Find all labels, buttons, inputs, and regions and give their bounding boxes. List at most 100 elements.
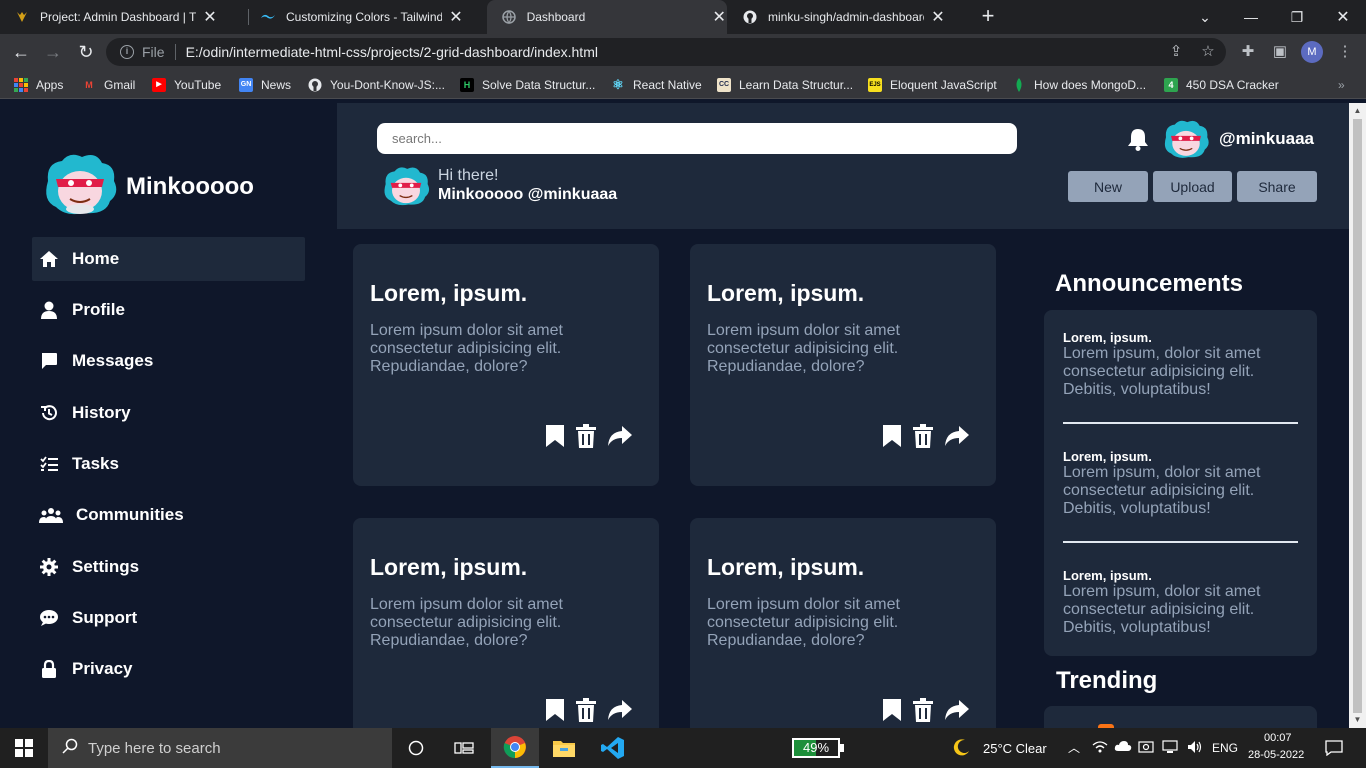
share-arrow-icon[interactable]: [607, 699, 633, 721]
bookmark-news[interactable]: GN News: [239, 76, 291, 94]
volume-icon[interactable]: [1187, 740, 1203, 756]
bookmark-apps[interactable]: Apps: [14, 76, 63, 94]
taskbar-search-box[interactable]: Type here to search: [48, 728, 392, 768]
task-view-icon[interactable]: [440, 728, 488, 768]
bookmark-dsa-cracker[interactable]: 4 450 DSA Cracker: [1164, 76, 1279, 94]
tab-github[interactable]: minku-singh/admin-dashboard: H ✕: [728, 0, 968, 34]
file-explorer-icon[interactable]: [540, 728, 588, 768]
new-button[interactable]: New: [1068, 171, 1148, 202]
side-panel-icon[interactable]: ▣: [1268, 40, 1292, 64]
extensions-icon[interactable]: ✚: [1236, 40, 1260, 64]
notifications-icon[interactable]: [1325, 740, 1343, 757]
user-handle[interactable]: @minkuaaa: [1219, 129, 1314, 149]
page-scrollbar[interactable]: ▲ ▼: [1349, 103, 1366, 728]
sidebar-item-privacy[interactable]: Privacy: [32, 647, 305, 691]
chrome-taskbar-icon[interactable]: [491, 728, 539, 768]
weather-text[interactable]: 25°C Clear: [983, 741, 1047, 756]
sidebar-item-home[interactable]: Home: [32, 237, 305, 281]
meet-now-icon[interactable]: [1138, 740, 1154, 756]
codecademy-icon: CC: [717, 78, 731, 92]
trash-icon[interactable]: [575, 698, 597, 722]
avatar[interactable]: [1161, 117, 1211, 166]
bookmark-icon[interactable]: [882, 698, 902, 722]
share-page-icon[interactable]: ⇪: [1164, 40, 1188, 64]
card-title: Lorem, ipsum.: [370, 554, 528, 580]
search-input[interactable]: [377, 123, 1017, 154]
site-info-icon[interactable]: i: [120, 45, 134, 59]
scroll-up-icon[interactable]: ▲: [1349, 103, 1366, 119]
trash-icon[interactable]: [575, 424, 597, 448]
bookmark-mongodb[interactable]: How does MongoD...: [1012, 76, 1146, 94]
sidebar-item-history[interactable]: History: [32, 391, 305, 435]
bell-icon[interactable]: [1127, 127, 1149, 156]
share-arrow-icon[interactable]: [607, 425, 633, 447]
share-button[interactable]: Share: [1237, 171, 1317, 202]
upload-button[interactable]: Upload: [1153, 171, 1232, 202]
bookmark-icon[interactable]: [545, 424, 565, 448]
message-icon: [38, 350, 60, 372]
battery-indicator[interactable]: 49%: [792, 738, 844, 758]
announcement-divider: [1063, 422, 1298, 424]
sidebar-item-profile[interactable]: Profile: [32, 288, 305, 332]
tab-odin-project[interactable]: Project: Admin Dashboard | The O ✕: [0, 0, 246, 34]
project-card: Lorem, ipsum. Lorem ipsum dolor sit amet…: [353, 244, 659, 486]
bookmark-icon[interactable]: [882, 424, 902, 448]
forward-button[interactable]: →: [41, 40, 65, 64]
share-arrow-icon[interactable]: [944, 699, 970, 721]
monitor-icon[interactable]: [1162, 740, 1178, 756]
bookmark-you-dont-know-js[interactable]: You-Dont-Know-JS:...: [308, 76, 445, 94]
scrollbar-thumb[interactable]: [1353, 119, 1362, 713]
sidebar-item-tasks[interactable]: Tasks: [32, 442, 305, 486]
bookmark-star-icon[interactable]: ☆: [1196, 40, 1220, 64]
trash-icon[interactable]: [912, 424, 934, 448]
tab-tailwind[interactable]: Customizing Colors - Tailwind CS ✕: [246, 0, 486, 34]
back-button[interactable]: ←: [9, 40, 33, 64]
sidebar-item-support[interactable]: Support: [32, 596, 305, 640]
bookmark-icon[interactable]: [545, 698, 565, 722]
share-arrow-icon[interactable]: [944, 425, 970, 447]
address-bar[interactable]: i File E:/odin/intermediate-html-css/pro…: [106, 38, 1226, 66]
url-text[interactable]: E:/odin/intermediate-html-css/projects/2…: [186, 44, 598, 60]
language-indicator[interactable]: ENG: [1212, 741, 1238, 755]
sidebar-item-messages[interactable]: Messages: [32, 339, 305, 383]
greeting-text: Hi there!: [438, 167, 499, 184]
greeting-name: Minkooooo @minkuaaa: [438, 186, 618, 203]
trash-icon[interactable]: [912, 698, 934, 722]
menu-kebab-icon[interactable]: ⋮: [1333, 40, 1357, 64]
clock-time[interactable]: 00:07: [1264, 732, 1292, 744]
close-tab-icon[interactable]: ✕: [930, 7, 946, 27]
bookmark-hackerrank[interactable]: H Solve Data Structur...: [460, 76, 595, 94]
sidebar-item-communities[interactable]: Communities: [32, 493, 305, 537]
close-window-button[interactable]: ✕: [1320, 0, 1366, 34]
close-tab-icon[interactable]: ✕: [202, 7, 218, 27]
new-tab-button[interactable]: +: [976, 4, 1000, 28]
profile-avatar[interactable]: M: [1301, 41, 1323, 63]
more-bookmarks-icon[interactable]: »: [1338, 76, 1345, 94]
bookmark-eloquent-js[interactable]: EJS Eloquent JavaScript: [868, 76, 997, 94]
wifi-icon[interactable]: [1092, 740, 1108, 756]
start-button[interactable]: [0, 728, 48, 768]
vscode-icon[interactable]: [589, 728, 637, 768]
chevron-up-icon[interactable]: ︿: [1066, 740, 1082, 756]
minimize-button[interactable]: —: [1228, 0, 1274, 34]
tab-search-icon[interactable]: ⌄: [1182, 0, 1228, 34]
reload-button[interactable]: ↻: [74, 40, 98, 64]
battery-nub: [840, 744, 844, 752]
card-actions: [545, 424, 643, 448]
bookmark-react-native[interactable]: ⚛ React Native: [611, 76, 702, 94]
close-tab-icon[interactable]: ✕: [711, 7, 727, 27]
close-tab-icon[interactable]: ✕: [448, 7, 464, 27]
scroll-down-icon[interactable]: ▼: [1349, 712, 1366, 728]
clock-date[interactable]: 28-05-2022: [1248, 749, 1304, 761]
restore-button[interactable]: ❐: [1274, 0, 1320, 34]
hackerrank-icon: H: [460, 78, 474, 92]
bookmark-gmail[interactable]: M Gmail: [82, 76, 135, 94]
tab-dashboard[interactable]: Dashboard ✕: [487, 0, 727, 34]
sidebar-item-settings[interactable]: Settings: [32, 545, 305, 589]
cloud-icon[interactable]: [1114, 740, 1132, 756]
bookmark-codecademy[interactable]: CC Learn Data Structur...: [717, 76, 853, 94]
cortana-icon[interactable]: [392, 728, 440, 768]
bookmark-youtube[interactable]: ▶ YouTube: [152, 76, 221, 94]
card-body: Lorem ipsum dolor sit amet consectetur a…: [370, 322, 563, 375]
browser-tab-strip: Project: Admin Dashboard | The O ✕ Custo…: [0, 0, 1366, 34]
